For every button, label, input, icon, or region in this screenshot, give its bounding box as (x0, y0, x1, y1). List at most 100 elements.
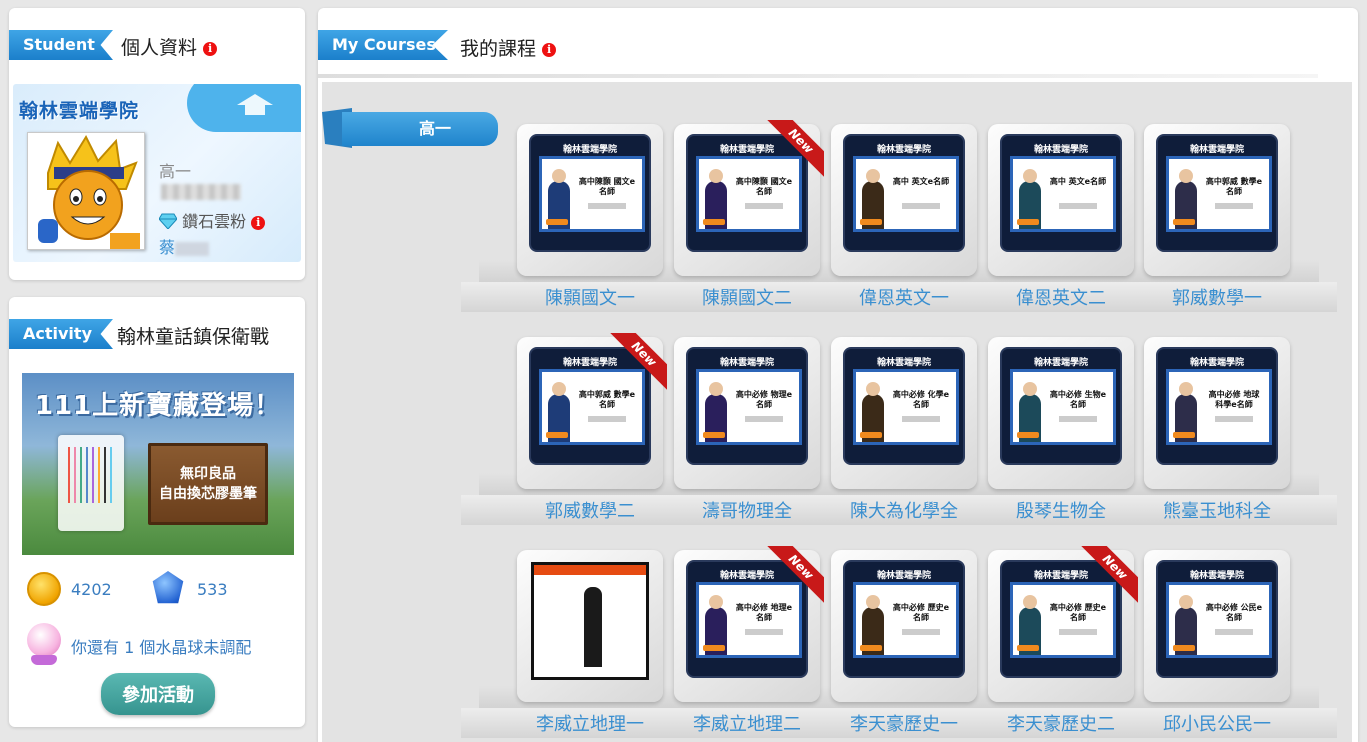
course-tile[interactable]: 翰林雲端學院高中郭威 數學e名師 (1144, 124, 1290, 276)
course-tile[interactable]: 翰林雲端學院高中必修 公民e名師 (1144, 550, 1290, 702)
poster-title: 高中陳顥 國文e名師 (735, 177, 793, 196)
course-card[interactable]: 翰林雲端學院 高中郭威 數學e名師 New 郭威數學二 (517, 333, 667, 527)
activity-panel: Activity 翰林童話鎮保衛戰 111上新寶藏登場！ 無印良品 自由換芯膠墨… (9, 297, 305, 727)
course-card[interactable]: 翰林雲端學院 高中必修 生物e名師 殷琴生物全 (988, 337, 1134, 527)
course-label[interactable]: 李天豪歷史一 (821, 710, 987, 736)
course-thumbnail: 翰林雲端學院 高中 英文e名師 (843, 134, 965, 252)
course-card[interactable]: 翰林雲端學院 高中必修 地理e名師 New 李威立地理二 (674, 546, 824, 740)
course-card[interactable]: 翰林雲端學院 高中必修 物理e名師 濤哥物理全 (674, 337, 820, 527)
student-ribbon: Student (9, 30, 113, 60)
tile-logo: 翰林雲端學院 (1189, 145, 1244, 155)
course-label[interactable]: 熊臺玉地科全 (1134, 497, 1300, 523)
course-label[interactable]: 陳顥國文一 (507, 284, 673, 310)
coin-count: 4202 (71, 580, 112, 599)
level-info-icon[interactable]: i (251, 215, 266, 230)
course-card[interactable]: 翰林雲端學院 高中 英文e名師 偉恩英文一 (831, 124, 977, 314)
tile-logo: 翰林雲端學院 (876, 145, 931, 155)
course-card[interactable]: 翰林雲端學院 高中郭威 數學e名師 郭威數學一 (1144, 124, 1290, 314)
avatar[interactable] (27, 132, 145, 250)
tile-logo: 翰林雲端學院 (1189, 358, 1244, 368)
course-tile[interactable]: 翰林雲端學院 高中 英文e名師 (988, 124, 1134, 276)
tile-logo: 翰林雲端學院 (719, 358, 774, 368)
course-card[interactable]: 翰林雲端學院 高中必修 公民e名師 邱小民公民一 (1144, 550, 1290, 740)
graduation-cap-icon (237, 94, 273, 105)
course-tile[interactable]: 翰林雲端學院 高中必修 化學e名師 (831, 337, 977, 489)
course-tile[interactable]: 翰林雲端學院高中必修 生物e名師 (988, 337, 1134, 489)
new-badge: New (764, 546, 824, 606)
crystal-status: 你還有 1 個水晶球未調配 (71, 638, 252, 657)
banner-sign: 無印良品 自由換芯膠墨筆 (148, 443, 268, 525)
poster-title: 高中必修 物理e名師 (735, 390, 793, 409)
diamond-icon (158, 213, 178, 230)
tile-logo: 翰林雲端學院 (1189, 571, 1244, 581)
new-badge: New (1078, 546, 1138, 606)
course-card[interactable]: 翰林雲端學院 高中必修 地球科學e名師 熊臺玉地科全 (1144, 337, 1290, 527)
course-label[interactable]: 陳顥國文二 (664, 284, 830, 310)
coin-icon (27, 572, 61, 606)
course-card[interactable]: 翰林雲端學院 高中陳顥 國文e名師 陳顥國文一 (517, 124, 663, 314)
course-card[interactable]: 翰林雲端學院 高中必修 歷史e名師 李天豪歷史一 (831, 550, 977, 740)
course-card[interactable]: 翰林雲端學院 高中必修 歷史e名師 New 李天豪歷史二 (988, 546, 1138, 740)
activity-banner[interactable]: 111上新寶藏登場！ 無印良品 自由換芯膠墨筆 (22, 373, 294, 555)
course-tile[interactable]: 翰林雲端學院高中必修 地球科學e名師 (1144, 337, 1290, 489)
course-thumbnail: 翰林雲端學院高中陳顥 國文e名師 (529, 134, 651, 252)
course-label[interactable]: 邱小民公民一 (1134, 710, 1300, 736)
course-label[interactable]: 濤哥物理全 (664, 497, 830, 523)
tile-logo: 翰林雲端學院 (562, 145, 617, 155)
poster-title: 高中必修 生物e名師 (1049, 390, 1107, 409)
activity-ribbon: Activity (9, 319, 113, 349)
student-title-text: 個人資料 (121, 37, 198, 59)
course-thumbnail: 翰林雲端學院高中郭威 數學e名師 (1156, 134, 1278, 252)
course-label[interactable]: 李威立地理一 (507, 710, 673, 736)
course-tile[interactable]: 翰林雲端學院 高中 英文e名師 (831, 124, 977, 276)
course-label[interactable]: 陳大為化學全 (821, 497, 987, 523)
course-label[interactable]: 偉恩英文二 (978, 284, 1144, 310)
crystal-ball-icon (27, 623, 61, 657)
activity-title: 翰林童話鎮保衛戰 (117, 326, 270, 348)
cloud-decoration (187, 84, 301, 132)
course-thumbnail: 翰林雲端學院高中必修 地球科學e名師 (1156, 347, 1278, 465)
course-card[interactable]: 翰林雲端學院 高中陳顥 國文e名師 New 陳顥國文二 (674, 120, 824, 314)
course-card[interactable]: 翰林雲端學院 高中必修 化學e名師 陳大為化學全 (831, 337, 977, 527)
poster-title: 高中陳顥 國文e名師 (578, 177, 636, 196)
tile-logo: 翰林雲端學院 (876, 358, 931, 368)
course-thumbnail: 翰林雲端學院 高中必修 化學e名師 (843, 347, 965, 465)
poster-title: 高中必修 公民e名師 (1205, 603, 1263, 622)
gem-icon (152, 571, 184, 604)
course-tile[interactable]: 翰林雲端學院高中必修 物理e名師 (674, 337, 820, 489)
poster-title: 高中必修 歷史e名師 (1049, 603, 1107, 622)
info-icon[interactable]: i (203, 41, 218, 56)
student-grade: 高一 (159, 162, 192, 181)
student-id-blurred (161, 184, 241, 200)
poster-title: 高中郭威 數學e名師 (1205, 177, 1263, 196)
pen-box-image (58, 435, 124, 531)
course-label[interactable]: 殷琴生物全 (978, 497, 1144, 523)
course-label[interactable]: 郭威數學二 (507, 497, 673, 523)
course-label[interactable]: 郭威數學一 (1134, 284, 1300, 310)
course-tile[interactable] (517, 550, 663, 702)
course-tile[interactable]: 翰林雲端學院高中陳顥 國文e名師 (517, 124, 663, 276)
course-label[interactable]: 李威立地理二 (664, 710, 830, 736)
course-thumbnail: 翰林雲端學院高中必修 物理e名師 (686, 347, 808, 465)
course-label[interactable]: 李天豪歷史二 (978, 710, 1144, 736)
course-tile[interactable]: 翰林雲端學院 高中必修 歷史e名師 (831, 550, 977, 702)
student-level-text: 鑽石雲粉 (182, 212, 247, 231)
student-level: 鑽石雲粉 i (158, 208, 266, 232)
avatar-image (28, 133, 144, 249)
student-panel: Student 個人資料 i 翰林雲端學院 高一 鑽石雲粉 i 蔡 (9, 8, 305, 280)
courses-info-icon[interactable]: i (542, 42, 557, 57)
join-activity-button[interactable]: 參加活動 (101, 673, 215, 715)
poster-title: 高中必修 地球科學e名師 (1208, 390, 1260, 409)
tile-logo: 翰林雲端學院 (1033, 358, 1088, 368)
course-label[interactable]: 偉恩英文一 (821, 284, 987, 310)
course-card[interactable]: 翰林雲端學院 高中 英文e名師 偉恩英文二 (988, 124, 1134, 314)
course-thumbnail: 翰林雲端學院高中必修 公民e名師 (1156, 560, 1278, 678)
course-card[interactable]: 李威立地理一 (517, 550, 663, 740)
grade-tab[interactable]: 高一 (322, 108, 498, 148)
brand-logo: 翰林雲端學院 (19, 100, 140, 122)
poster-title: 高中郭威 數學e名師 (578, 390, 636, 409)
courses-panel: My Courses 我的課程 i 高一 翰林雲端學院 高中陳顥 國文e名師 陳顥國… (318, 8, 1358, 742)
student-name: 蔡 (159, 234, 210, 258)
gem-count: 533 (197, 580, 228, 599)
poster-title: 高中必修 歷史e名師 (892, 603, 950, 622)
